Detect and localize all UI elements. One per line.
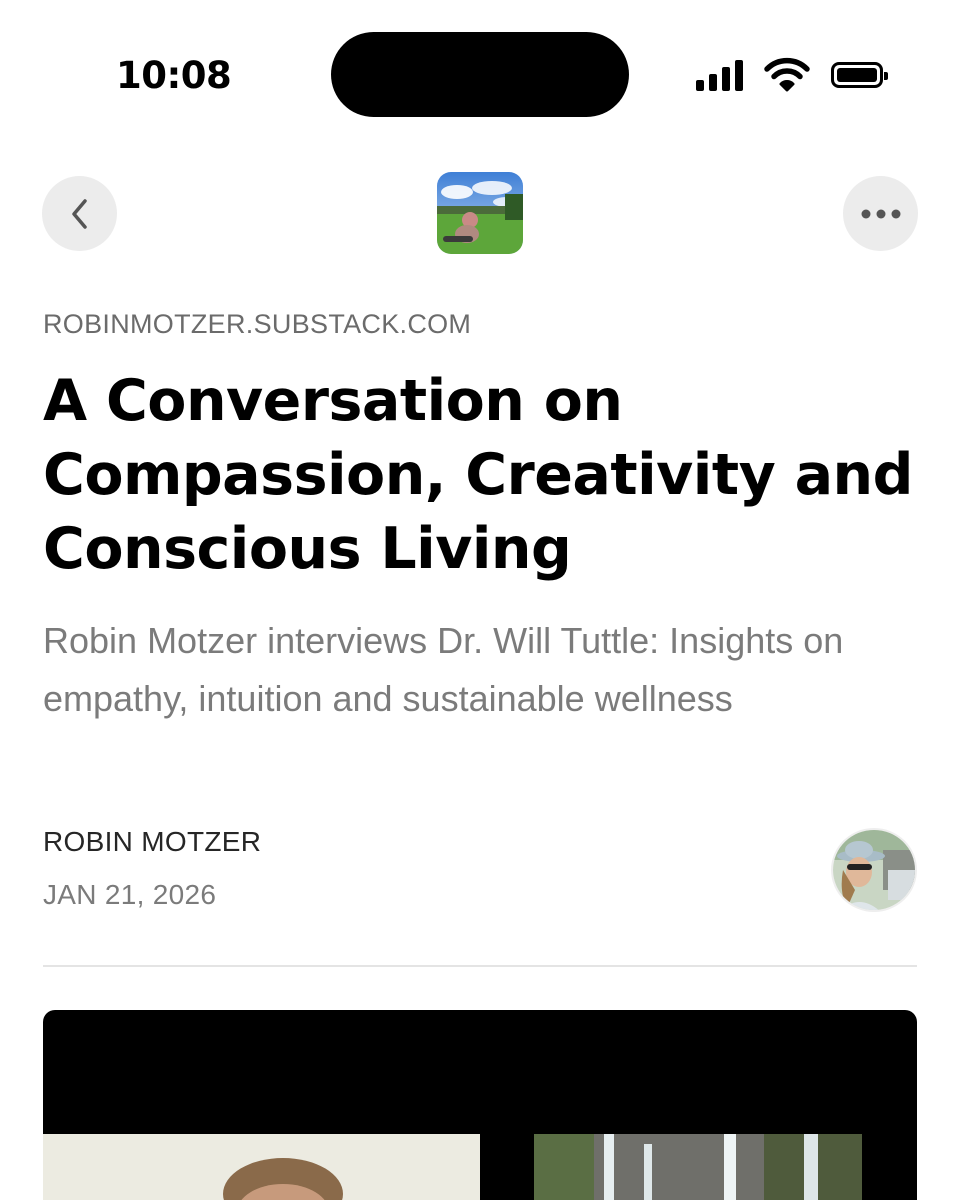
author-avatar-image [833, 830, 915, 910]
author-name[interactable]: ROBIN MOTZER [43, 826, 261, 858]
back-button[interactable] [42, 176, 117, 251]
divider [43, 965, 917, 967]
more-options-button[interactable] [843, 176, 918, 251]
chevron-left-icon [71, 198, 87, 229]
ellipsis-icon [861, 209, 900, 218]
status-bar: 10:08 [0, 0, 960, 150]
publication-logo[interactable] [437, 172, 523, 254]
publication-name[interactable]: ROBINMOTZER.SUBSTACK.COM [43, 309, 471, 340]
article-subtitle: Robin Motzer interviews Dr. Will Tuttle:… [43, 620, 844, 719]
article-title: A Conversation on Compassion, Creativity… [43, 368, 913, 582]
post-date: JAN 21, 2026 [43, 879, 217, 910]
battery-icon [831, 62, 888, 88]
publication-logo-image [437, 172, 523, 254]
video-participant-right [534, 1134, 862, 1200]
dynamic-island [331, 32, 629, 117]
wifi-icon [764, 57, 810, 92]
status-time: 10:08 [116, 54, 232, 97]
cellular-signal-icon [696, 59, 743, 91]
video-participant-left [43, 1134, 480, 1200]
status-icons [696, 56, 888, 94]
video-embed[interactable] [43, 1010, 917, 1200]
author-avatar[interactable] [831, 828, 917, 912]
